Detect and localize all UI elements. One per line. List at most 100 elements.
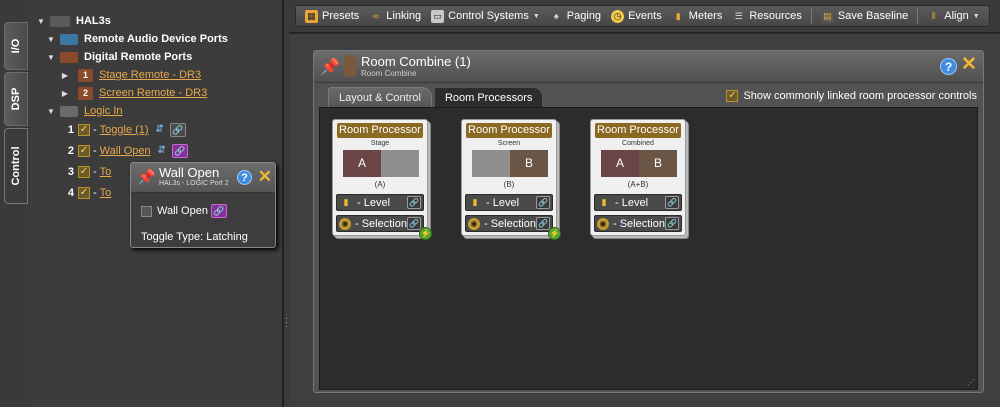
chain-icon: ∞ bbox=[372, 10, 379, 21]
logic-item-number: 4 bbox=[67, 187, 74, 199]
selection-icon: ◉ bbox=[339, 217, 351, 230]
logic-checkbox[interactable]: ✓ bbox=[78, 187, 90, 199]
collapse-icon[interactable]: ▼ bbox=[46, 107, 56, 116]
logic-checkbox[interactable]: ✓ bbox=[78, 166, 90, 178]
room-combine-icon bbox=[344, 55, 356, 77]
link-icon[interactable]: 🔗 bbox=[210, 204, 227, 218]
popup-subtitle: HAL3s - LOGIC Port 2 bbox=[159, 180, 229, 187]
room-processor-card-stage[interactable]: Room Processor Stage A (A) ▮ - Level 🔗 ◉ - … bbox=[332, 119, 432, 240]
tab-layout-control[interactable]: Layout & Control bbox=[328, 87, 432, 107]
pin-icon[interactable]: 📌 bbox=[320, 57, 340, 77]
collapse-icon[interactable]: ▼ bbox=[36, 17, 46, 26]
help-icon[interactable]: ? bbox=[940, 58, 957, 75]
help-icon[interactable]: ? bbox=[237, 170, 252, 185]
logic-checkbox[interactable]: ✓ bbox=[78, 124, 90, 136]
resize-grip-icon[interactable]: ⋰ bbox=[967, 378, 975, 387]
selection-control[interactable]: ◉ - Selection 🔗 bbox=[465, 215, 553, 232]
link-icon[interactable]: 🔗 bbox=[407, 217, 421, 230]
pin-icon[interactable]: 📌 bbox=[137, 168, 156, 186]
logic-item-1[interactable]: 1 ✓ - Toggle (1) ⇵ 🔗 bbox=[62, 121, 186, 139]
expand-icon[interactable]: ▶ bbox=[60, 71, 70, 80]
side-tab-bar: I/O DSP Control bbox=[0, 0, 30, 407]
room-state-block: A B bbox=[601, 150, 677, 177]
logic-item-3[interactable]: 3 ✓ - To bbox=[62, 163, 111, 181]
tree-root-label: HAL3s bbox=[76, 15, 111, 27]
close-icon[interactable]: ✕ bbox=[258, 167, 272, 187]
link-icon[interactable]: 🔗 bbox=[407, 196, 421, 209]
align-label: Align bbox=[944, 10, 969, 22]
dash: - bbox=[93, 187, 97, 199]
link-icon[interactable]: 🔗 bbox=[536, 217, 550, 230]
collapse-icon[interactable]: ▼ bbox=[46, 53, 56, 62]
meters-button[interactable]: ▮ Meters bbox=[667, 6, 728, 26]
show-linked-label: Show commonly linked room processor cont… bbox=[743, 90, 977, 102]
logic-item-link[interactable]: Toggle (1) bbox=[100, 124, 149, 136]
microphone-icon: ♠ bbox=[553, 10, 559, 21]
link-icon[interactable]: 🔗 bbox=[169, 123, 186, 137]
presets-button[interactable]: ▦ Presets bbox=[300, 6, 364, 26]
show-linked-toggle[interactable]: ✓ Show commonly linked room processor co… bbox=[726, 90, 977, 102]
link-icon[interactable]: 🔗 bbox=[171, 144, 188, 158]
tab-io[interactable]: I/O bbox=[4, 22, 28, 70]
logic-item-link[interactable]: Wall Open bbox=[100, 145, 151, 157]
selection-label: - Selection bbox=[484, 217, 536, 230]
paging-button[interactable]: ♠ Paging bbox=[545, 6, 606, 26]
room-processor-card-screen[interactable]: Room Processor Screen B (B) ▮ - Level 🔗 ◉ -… bbox=[461, 119, 561, 240]
link-icon[interactable]: 🔗 bbox=[665, 217, 679, 230]
level-control[interactable]: ▮ - Level 🔗 bbox=[594, 194, 682, 211]
level-control[interactable]: ▮ - Level 🔗 bbox=[465, 194, 553, 211]
window-tabs: Layout & Control Room Processors bbox=[328, 87, 545, 107]
mapping-icon[interactable]: ⇵ bbox=[153, 123, 167, 137]
level-label: - Level bbox=[486, 196, 520, 209]
control-systems-label: Control Systems bbox=[448, 10, 529, 22]
tree-item-screen-remote[interactable]: ▶ 2 Screen Remote - DR3 bbox=[60, 84, 207, 102]
logic-checkbox[interactable]: ✓ bbox=[78, 145, 90, 157]
popup-header[interactable]: 📌 Wall Open HAL3s - LOGIC Port 2 ? ✕ bbox=[131, 163, 275, 193]
align-button[interactable]: ⫴ Align ▼ bbox=[922, 6, 984, 26]
screen-remote-link[interactable]: Screen Remote - DR3 bbox=[99, 87, 207, 99]
window-header[interactable]: 📌 Room Combine (1) Room Combine ? ✕ bbox=[314, 51, 983, 83]
logic-item-4[interactable]: 4 ✓ - To bbox=[62, 184, 111, 202]
card-state: (A) bbox=[374, 180, 386, 189]
paging-label: Paging bbox=[566, 10, 602, 22]
logic-item-2[interactable]: 2 ✓ - Wall Open ⇵ 🔗 bbox=[62, 142, 188, 160]
tree-item-stage-remote[interactable]: ▶ 1 Stage Remote - DR3 bbox=[60, 66, 201, 84]
tree-item-logic-in[interactable]: ▼ Logic In bbox=[46, 102, 123, 120]
stage-remote-link[interactable]: Stage Remote - DR3 bbox=[99, 69, 201, 81]
level-icon: ▮ bbox=[601, 197, 607, 207]
wall-open-toggle[interactable]: Wall Open 🔗 bbox=[141, 204, 227, 218]
resources-icon: ☰ bbox=[734, 10, 743, 21]
tree-root[interactable]: ▼ HAL3s bbox=[36, 12, 111, 30]
digital-port-icon bbox=[60, 51, 78, 63]
wall-open-checkbox[interactable] bbox=[141, 205, 152, 217]
tree-item-digital-remote[interactable]: ▼ Digital Remote Ports bbox=[46, 48, 192, 66]
control-systems-button[interactable]: ▭ Control Systems ▼ bbox=[426, 6, 545, 26]
tree-item-remote-audio[interactable]: ▼ Remote Audio Device Ports bbox=[46, 30, 228, 48]
logic-item-link[interactable]: To bbox=[100, 166, 112, 178]
tab-control[interactable]: Control bbox=[4, 128, 28, 204]
collapse-icon[interactable]: ▼ bbox=[46, 35, 56, 44]
show-linked-checkbox[interactable]: ✓ bbox=[726, 90, 739, 102]
wall-open-label: Wall Open bbox=[157, 205, 208, 217]
link-icon[interactable]: 🔗 bbox=[665, 196, 679, 209]
close-icon[interactable]: ✕ bbox=[960, 55, 978, 75]
mapping-icon[interactable]: ⇵ bbox=[155, 144, 169, 158]
tab-dsp[interactable]: DSP bbox=[4, 72, 28, 126]
link-icon[interactable]: 🔗 bbox=[536, 196, 550, 209]
expand-icon[interactable]: ▶ bbox=[60, 89, 70, 98]
selection-control[interactable]: ◉ - Selection 🔗 bbox=[336, 215, 424, 232]
room-combine-window: 📌 Room Combine (1) Room Combine ? ✕ Layo… bbox=[313, 50, 984, 393]
save-baseline-button[interactable]: ▤ Save Baseline bbox=[816, 6, 913, 26]
tab-room-processors[interactable]: Room Processors bbox=[433, 87, 544, 107]
save-baseline-icon: ▤ bbox=[820, 9, 834, 23]
selection-label: - Selection bbox=[355, 217, 407, 230]
logic-item-link[interactable]: To bbox=[100, 187, 112, 199]
linking-button[interactable]: ∞ Linking bbox=[364, 6, 426, 26]
selection-control[interactable]: ◉ - Selection 🔗 bbox=[594, 215, 682, 232]
meters-icon: ▮ bbox=[675, 10, 681, 21]
resources-button[interactable]: ☰ Resources bbox=[727, 6, 807, 26]
level-control[interactable]: ▮ - Level 🔗 bbox=[336, 194, 424, 211]
logic-in-link[interactable]: Logic In bbox=[84, 105, 123, 117]
room-processor-card-combined[interactable]: Room Processor Combined A B (A+B) ▮ - Lev… bbox=[590, 119, 686, 236]
events-button[interactable]: ◷ Events bbox=[606, 6, 667, 26]
